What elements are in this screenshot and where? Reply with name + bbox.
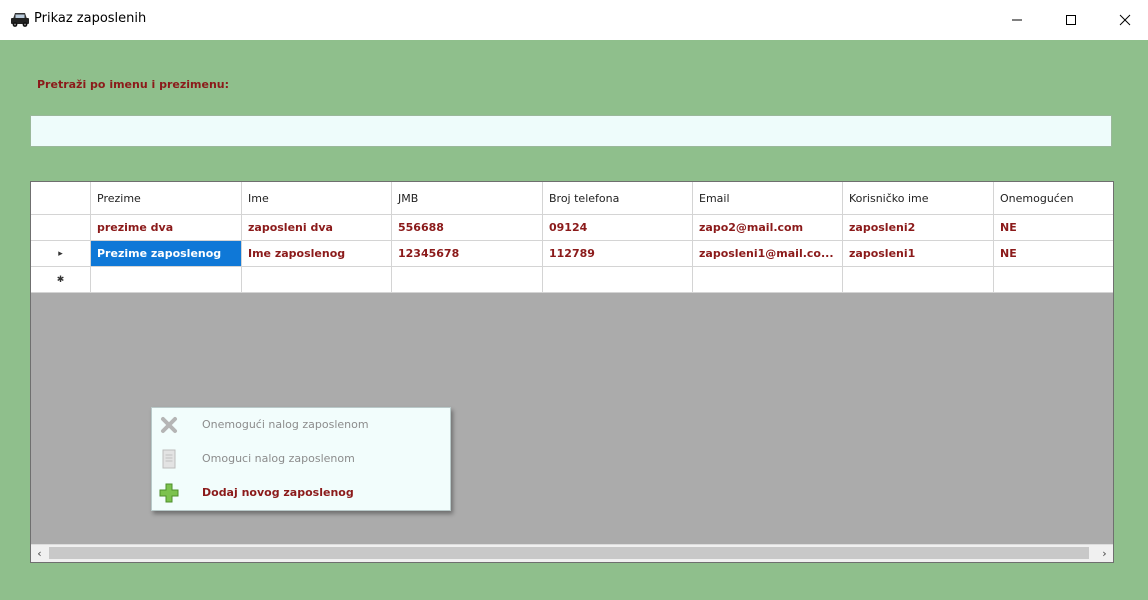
grid-corner[interactable] xyxy=(31,182,91,215)
grid-cell[interactable]: 556688 xyxy=(392,215,543,241)
row-indicator[interactable]: ▸ xyxy=(31,241,91,267)
plus-icon xyxy=(159,483,179,503)
grid-cell[interactable]: NE xyxy=(994,215,1113,241)
maximize-button[interactable] xyxy=(1048,0,1094,40)
search-input[interactable] xyxy=(30,115,1112,147)
grid-cell[interactable] xyxy=(693,267,843,293)
horizontal-scrollbar[interactable]: ‹ › xyxy=(31,544,1113,562)
menu-item-label: Dodaj novog zaposlenog xyxy=(202,486,354,499)
grid-cell[interactable] xyxy=(543,267,693,293)
car-icon xyxy=(11,13,29,27)
grid-header-row: Prezime Ime JMB Broj telefona Email Korisničk… xyxy=(31,182,1113,215)
grid-cell[interactable]: zapo2@mail.com xyxy=(693,215,843,241)
grid-cell[interactable]: NE xyxy=(994,241,1113,267)
window-title: Prikaz zaposlenih xyxy=(34,11,147,26)
table-row[interactable]: ✱ xyxy=(31,267,1113,293)
grid-cell[interactable]: zaposleni dva xyxy=(242,215,392,241)
scrollbar-thumb[interactable] xyxy=(49,547,1089,559)
column-header[interactable]: Broj telefona xyxy=(543,182,693,215)
x-icon xyxy=(161,417,177,433)
minimize-icon xyxy=(1012,19,1022,21)
grid-cell[interactable]: zaposleni2 xyxy=(843,215,994,241)
maximize-icon xyxy=(1066,15,1076,25)
search-label: Pretraži po imenu i prezimenu: xyxy=(37,78,230,91)
menu-item-label: Omoguci nalog zaposlenom xyxy=(202,452,355,465)
grid-cell[interactable]: 09124 xyxy=(543,215,693,241)
document-icon xyxy=(162,449,176,469)
column-header[interactable]: Email xyxy=(693,182,843,215)
grid-cell[interactable]: zaposleni1 xyxy=(843,241,994,267)
table-row[interactable]: prezime dva zaposleni dva 556688 09124 zapo2… xyxy=(31,215,1113,241)
column-header[interactable]: Korisničko ime xyxy=(843,182,994,215)
grid-cell[interactable] xyxy=(994,267,1113,293)
table-row[interactable]: ▸ Prezime zaposlenog Ime zaposlenog 1234567… xyxy=(31,241,1113,267)
client-area: Pretraži po imenu i prezimenu: Prezime Im… xyxy=(0,40,1148,600)
menu-item-label: Onemogući nalog zaposlenom xyxy=(202,418,369,431)
grid-cell[interactable]: Prezime zaposlenog xyxy=(91,241,242,267)
scroll-right-icon[interactable]: › xyxy=(1096,545,1113,562)
column-header[interactable]: Onemogućen xyxy=(994,182,1113,215)
grid-cell[interactable] xyxy=(242,267,392,293)
title-bar: Prikaz zaposlenih xyxy=(0,0,1148,40)
grid-cell[interactable]: Ime zaposlenog xyxy=(242,241,392,267)
context-menu: Onemogući nalog zaposlenom Omoguci nalog… xyxy=(151,407,451,511)
close-button[interactable] xyxy=(1102,0,1148,40)
column-header[interactable]: Ime xyxy=(242,182,392,215)
row-indicator[interactable] xyxy=(31,215,91,241)
grid-cell[interactable] xyxy=(91,267,242,293)
grid-cell[interactable]: 112789 xyxy=(543,241,693,267)
menu-item-enable-account[interactable]: Omoguci nalog zaposlenom xyxy=(152,445,450,473)
minimize-button[interactable] xyxy=(994,0,1040,40)
grid-cell[interactable]: 12345678 xyxy=(392,241,543,267)
column-header[interactable]: JMB xyxy=(392,182,543,215)
close-icon xyxy=(1119,14,1131,26)
column-header[interactable]: Prezime xyxy=(91,182,242,215)
menu-item-disable-account[interactable]: Onemogući nalog zaposlenom xyxy=(152,411,450,439)
grid-cell[interactable]: prezime dva xyxy=(91,215,242,241)
grid-cell[interactable] xyxy=(843,267,994,293)
grid-cell[interactable]: zaposleni1@mail.co... xyxy=(693,241,843,267)
grid-cell[interactable] xyxy=(392,267,543,293)
menu-item-add-employee[interactable]: Dodaj novog zaposlenog xyxy=(152,479,450,507)
row-indicator[interactable]: ✱ xyxy=(31,267,91,293)
scroll-left-icon[interactable]: ‹ xyxy=(31,545,48,562)
